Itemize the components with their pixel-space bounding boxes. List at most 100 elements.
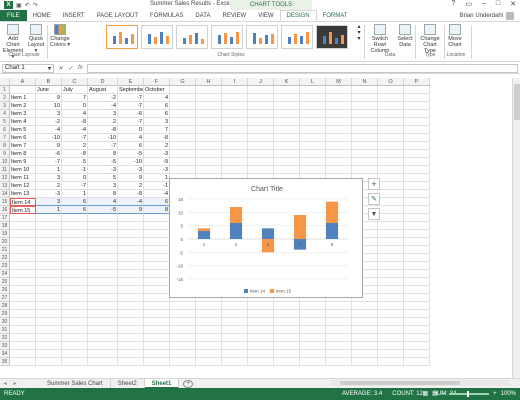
cell[interactable] — [274, 350, 300, 358]
cell[interactable] — [378, 326, 404, 334]
tab-view[interactable]: VIEW — [252, 10, 279, 21]
cell[interactable] — [378, 238, 404, 246]
cell[interactable] — [378, 86, 404, 94]
row-header[interactable]: 3 — [0, 102, 10, 110]
cell[interactable] — [222, 158, 248, 166]
cell[interactable] — [144, 254, 170, 262]
cancel-formula-icon[interactable]: ✕ — [58, 65, 63, 72]
cell[interactable] — [274, 310, 300, 318]
cell[interactable] — [144, 326, 170, 334]
cell[interactable] — [352, 358, 378, 366]
cell[interactable]: 6 — [144, 102, 170, 110]
cell[interactable] — [170, 118, 196, 126]
row-header[interactable]: 33 — [0, 342, 10, 350]
cell[interactable] — [196, 334, 222, 342]
name-box[interactable]: Chart 1 ▾ — [2, 63, 54, 73]
cell[interactable] — [248, 126, 274, 134]
tab-data[interactable]: DATA — [189, 10, 216, 21]
row-header[interactable]: 17 — [0, 214, 10, 222]
cell[interactable] — [118, 238, 144, 246]
cell[interactable]: -3 — [118, 166, 144, 174]
cell[interactable] — [88, 286, 118, 294]
cell[interactable]: -3 — [88, 166, 118, 174]
cell[interactable] — [378, 302, 404, 310]
cell[interactable]: 2 — [36, 182, 62, 190]
cell[interactable] — [62, 358, 88, 366]
change-colors-button[interactable]: Change Colors ▾ — [49, 24, 71, 48]
cell[interactable] — [378, 310, 404, 318]
cell[interactable] — [62, 214, 88, 222]
cell[interactable] — [196, 166, 222, 174]
cell[interactable] — [300, 350, 326, 358]
cell[interactable] — [274, 334, 300, 342]
cell[interactable] — [170, 342, 196, 350]
cell[interactable]: 9 — [36, 94, 62, 102]
zoom-in-icon[interactable]: + — [493, 391, 497, 397]
row-header[interactable]: 14 — [0, 190, 10, 198]
cell[interactable] — [196, 110, 222, 118]
cell[interactable] — [36, 350, 62, 358]
cell[interactable] — [378, 286, 404, 294]
cell[interactable] — [36, 310, 62, 318]
cell[interactable] — [352, 302, 378, 310]
cell[interactable] — [118, 334, 144, 342]
cell[interactable]: -7 — [118, 94, 144, 102]
cell[interactable] — [274, 110, 300, 118]
insert-function-icon[interactable]: fx — [78, 65, 83, 72]
cell[interactable] — [36, 270, 62, 278]
cell[interactable] — [170, 358, 196, 366]
cell[interactable] — [378, 222, 404, 230]
cell[interactable]: -4 — [36, 126, 62, 134]
cell[interactable]: 2 — [144, 142, 170, 150]
cell[interactable] — [404, 198, 430, 206]
row-header[interactable]: 35 — [0, 358, 10, 366]
cell[interactable] — [144, 262, 170, 270]
cell[interactable] — [170, 86, 196, 94]
row-header[interactable]: 7 — [0, 134, 10, 142]
cell[interactable] — [378, 270, 404, 278]
cell[interactable] — [144, 246, 170, 254]
cell[interactable]: -8 — [62, 118, 88, 126]
cell[interactable] — [326, 102, 352, 110]
cell[interactable] — [404, 174, 430, 182]
row-header[interactable]: 6 — [0, 126, 10, 134]
cell[interactable] — [352, 126, 378, 134]
cell[interactable]: -5 — [88, 206, 118, 214]
styles-scroll-button[interactable]: ▴ ▾ ▾ — [356, 24, 362, 42]
cell[interactable] — [62, 246, 88, 254]
row-header[interactable]: 27 — [0, 294, 10, 302]
cell[interactable] — [196, 310, 222, 318]
cell[interactable]: 0 — [62, 174, 88, 182]
cell[interactable]: Item 9 — [10, 158, 36, 166]
cell[interactable] — [170, 166, 196, 174]
cell[interactable]: 0 — [118, 126, 144, 134]
cell[interactable]: 8 — [88, 190, 118, 198]
cell[interactable]: 9 — [36, 142, 62, 150]
cell[interactable] — [62, 326, 88, 334]
cell[interactable] — [300, 134, 326, 142]
cell[interactable]: -2 — [88, 94, 118, 102]
cell[interactable]: 2 — [62, 142, 88, 150]
column-header[interactable]: I — [222, 78, 248, 86]
row-header[interactable]: 11 — [0, 166, 10, 174]
cell[interactable]: Item 6 — [10, 134, 36, 142]
cell[interactable] — [144, 286, 170, 294]
cell[interactable] — [196, 126, 222, 134]
cell[interactable] — [326, 310, 352, 318]
sheet-tab-sheet1[interactable]: Sheet1 — [144, 378, 180, 389]
cell[interactable]: -3 — [144, 166, 170, 174]
chart-style-3[interactable] — [176, 25, 208, 49]
cell[interactable] — [144, 214, 170, 222]
cell[interactable] — [352, 334, 378, 342]
cell[interactable] — [118, 350, 144, 358]
cell[interactable] — [62, 318, 88, 326]
cell[interactable] — [352, 310, 378, 318]
cell[interactable]: June — [36, 86, 62, 94]
cell[interactable] — [170, 334, 196, 342]
cell[interactable] — [62, 334, 88, 342]
cell[interactable] — [326, 350, 352, 358]
cell[interactable] — [36, 326, 62, 334]
cell[interactable] — [62, 350, 88, 358]
cell[interactable] — [36, 358, 62, 366]
cell[interactable] — [118, 230, 144, 238]
